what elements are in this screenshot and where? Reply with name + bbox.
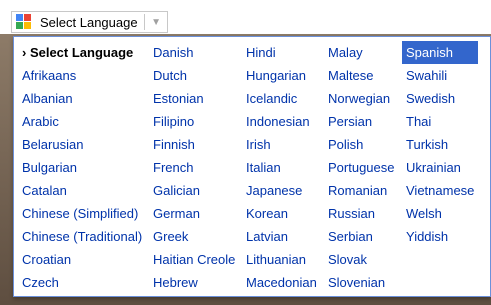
menu-item-german[interactable]: German	[149, 202, 239, 225]
menu-column-4: Malay Maltese Norwegian Persian Polish P…	[324, 41, 399, 294]
menu-item-bulgarian[interactable]: Bulgarian	[18, 156, 146, 179]
menu-item-ukrainian[interactable]: Ukrainian	[402, 156, 478, 179]
language-menu: › Select Language Afrikaans Albanian Ara…	[13, 36, 491, 297]
menu-item-estonian[interactable]: Estonian	[149, 87, 239, 110]
menu-item-turkish[interactable]: Turkish	[402, 133, 478, 156]
menu-item-indonesian[interactable]: Indonesian	[242, 110, 321, 133]
menu-item-afrikaans[interactable]: Afrikaans	[18, 64, 146, 87]
menu-item-romanian[interactable]: Romanian	[324, 179, 399, 202]
menu-item-danish[interactable]: Danish	[149, 41, 239, 64]
menu-column-2: Danish Dutch Estonian Filipino Finnish F…	[149, 41, 239, 294]
menu-item-chinese-traditional[interactable]: Chinese (Traditional)	[18, 225, 146, 248]
menu-item-irish[interactable]: Irish	[242, 133, 321, 156]
menu-item-italian[interactable]: Italian	[242, 156, 321, 179]
menu-item-french[interactable]: French	[149, 156, 239, 179]
menu-item-polish[interactable]: Polish	[324, 133, 399, 156]
menu-item-swedish[interactable]: Swedish	[402, 87, 478, 110]
menu-item-thai[interactable]: Thai	[402, 110, 478, 133]
menu-item-lithuanian[interactable]: Lithuanian	[242, 248, 321, 271]
menu-item-malay[interactable]: Malay	[324, 41, 399, 64]
language-select[interactable]: Select Language ▼	[11, 11, 168, 33]
menu-item-arabic[interactable]: Arabic	[18, 110, 146, 133]
menu-item-vietnamese[interactable]: Vietnamese	[402, 179, 478, 202]
menu-item-catalan[interactable]: Catalan	[18, 179, 146, 202]
menu-item-yiddish[interactable]: Yiddish	[402, 225, 478, 248]
triangle-down-icon[interactable]: ▼	[151, 17, 161, 28]
menu-item-macedonian[interactable]: Macedonian	[242, 271, 321, 294]
menu-item-filipino[interactable]: Filipino	[149, 110, 239, 133]
menu-item-slovenian[interactable]: Slovenian	[324, 271, 399, 294]
menu-item-russian[interactable]: Russian	[324, 202, 399, 225]
menu-item-hindi[interactable]: Hindi	[242, 41, 321, 64]
menu-item-japanese[interactable]: Japanese	[242, 179, 321, 202]
menu-item-select-language[interactable]: › Select Language	[18, 41, 146, 64]
menu-column-3: Hindi Hungarian Icelandic Indonesian Iri…	[242, 41, 321, 294]
menu-item-finnish[interactable]: Finnish	[149, 133, 239, 156]
menu-item-czech[interactable]: Czech	[18, 271, 146, 294]
menu-column-1: › Select Language Afrikaans Albanian Ara…	[18, 41, 146, 294]
menu-column-5: Spanish Swahili Swedish Thai Turkish Ukr…	[402, 41, 478, 248]
menu-item-swahili[interactable]: Swahili	[402, 64, 478, 87]
menu-item-latvian[interactable]: Latvian	[242, 225, 321, 248]
menu-item-maltese[interactable]: Maltese	[324, 64, 399, 87]
menu-item-chinese-simplified[interactable]: Chinese (Simplified)	[18, 202, 146, 225]
language-select-label: Select Language	[40, 14, 138, 30]
menu-item-hungarian[interactable]: Hungarian	[242, 64, 321, 87]
select-divider	[144, 14, 146, 30]
menu-item-hebrew[interactable]: Hebrew	[149, 271, 239, 294]
menu-item-galician[interactable]: Galician	[149, 179, 239, 202]
menu-item-spanish[interactable]: Spanish	[402, 41, 478, 64]
menu-item-serbian[interactable]: Serbian	[324, 225, 399, 248]
menu-item-haitian-creole[interactable]: Haitian Creole	[149, 248, 239, 271]
menu-item-albanian[interactable]: Albanian	[18, 87, 146, 110]
menu-item-icelandic[interactable]: Icelandic	[242, 87, 321, 110]
menu-item-welsh[interactable]: Welsh	[402, 202, 478, 225]
menu-item-belarusian[interactable]: Belarusian	[18, 133, 146, 156]
menu-item-greek[interactable]: Greek	[149, 225, 239, 248]
menu-item-croatian[interactable]: Croatian	[18, 248, 146, 271]
menu-item-persian[interactable]: Persian	[324, 110, 399, 133]
menu-item-norwegian[interactable]: Norwegian	[324, 87, 399, 110]
menu-item-slovak[interactable]: Slovak	[324, 248, 399, 271]
google-g-icon	[16, 14, 32, 30]
menu-item-dutch[interactable]: Dutch	[149, 64, 239, 87]
menu-item-portuguese[interactable]: Portuguese	[324, 156, 399, 179]
menu-item-korean[interactable]: Korean	[242, 202, 321, 225]
